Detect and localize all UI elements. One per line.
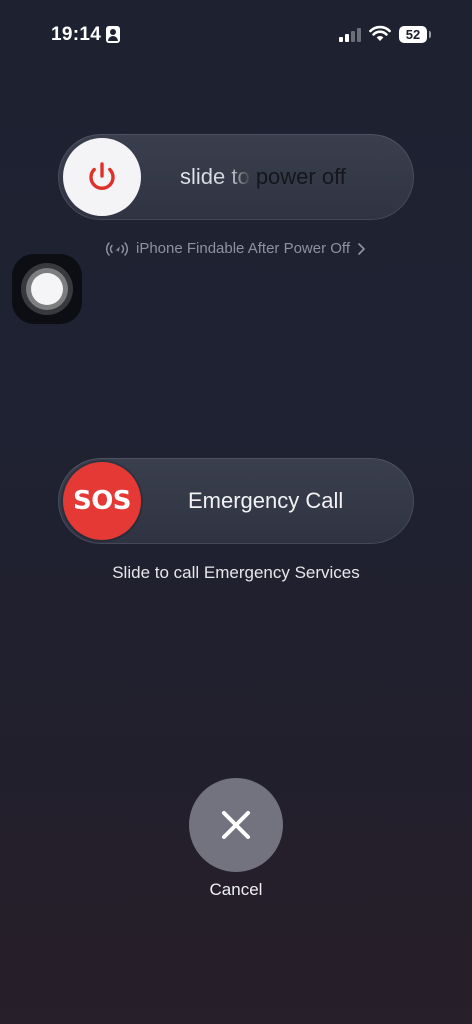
power-off-knob[interactable] — [63, 138, 141, 216]
battery-nub — [429, 31, 431, 38]
status-bar: 19:14 52 — [0, 0, 472, 60]
battery-icon: 52 — [399, 26, 427, 43]
chevron-right-icon — [358, 242, 365, 255]
power-icon — [89, 162, 115, 190]
findable-text: iPhone Findable After Power Off — [135, 240, 350, 257]
wifi-icon — [369, 25, 391, 41]
sos-knob[interactable]: SOS — [63, 462, 141, 540]
power-off-label: slide to power off — [180, 134, 346, 220]
sos-knob-label: SOS — [72, 486, 132, 516]
cancel-label: Cancel — [209, 880, 263, 899]
contact-icon — [106, 26, 120, 43]
find-my-signal-icon — [105, 241, 129, 256]
emergency-call-label: Emergency Call — [188, 488, 344, 513]
assistive-touch-icon[interactable] — [12, 254, 82, 324]
power-off-slider[interactable]: slide to power off — [58, 134, 414, 220]
status-time: 19:14 — [51, 24, 102, 45]
sos-caption: Slide to call Emergency Services — [112, 563, 360, 582]
signal-icon — [339, 28, 363, 42]
close-icon — [222, 811, 250, 839]
cancel-button[interactable] — [189, 778, 283, 872]
emergency-call-slider[interactable]: SOS Emergency Call — [58, 458, 414, 544]
findable-after-power-off[interactable]: iPhone Findable After Power Off — [0, 240, 472, 257]
